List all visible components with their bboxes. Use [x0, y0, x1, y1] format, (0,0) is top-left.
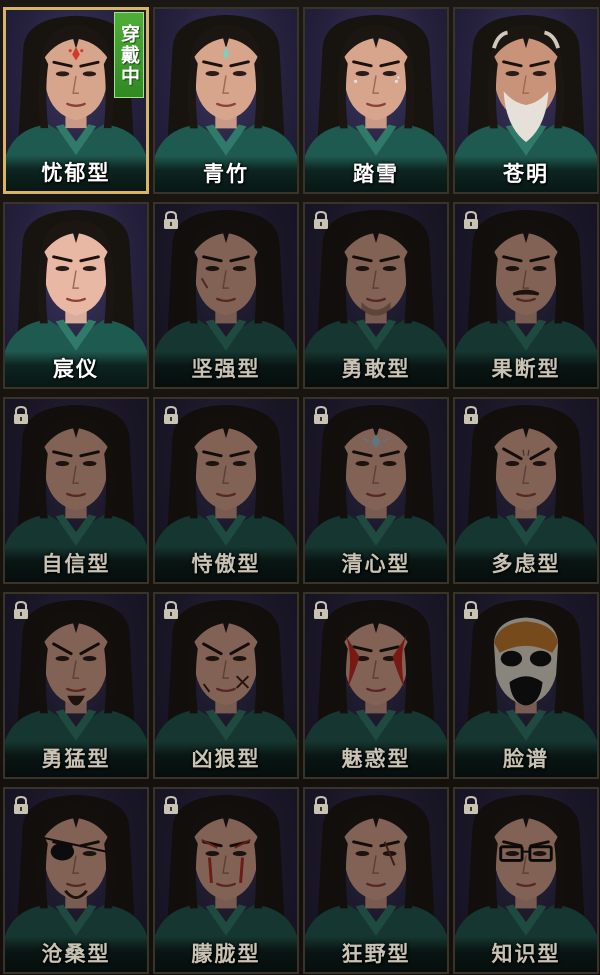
style-name-label: 凶狠型 [191, 746, 261, 771]
lock-icon [314, 405, 328, 424]
lock-icon [164, 600, 178, 619]
style-card[interactable]: 魅惑型 [303, 592, 449, 779]
lock-icon [164, 795, 178, 814]
style-name-label: 勇猛型 [41, 746, 111, 771]
style-card[interactable]: 勇敢型 [303, 202, 449, 389]
style-card[interactable]: 清心型 [303, 397, 449, 584]
style-card[interactable]: 恃傲型 [153, 397, 299, 584]
lock-icon [314, 210, 328, 229]
appearance-grid: 忧郁型 穿戴中青竹 踏雪 苍明宸仪 坚强型 勇敢型 果断型自信型 恃傲型 清心型 多虑型勇猛型 凶狠… [0, 0, 600, 975]
style-card[interactable]: 果断型 [453, 202, 599, 389]
style-name-label: 朦胧型 [191, 941, 261, 966]
style-name-label: 青竹 [203, 161, 249, 186]
style-name-label: 忧郁型 [41, 160, 111, 185]
style-name-label: 自信型 [41, 551, 111, 576]
style-name-label: 恃傲型 [191, 551, 261, 576]
style-name-label: 踏雪 [353, 161, 399, 186]
style-name-label: 坚强型 [191, 356, 261, 381]
style-card[interactable]: 勇猛型 [3, 592, 149, 779]
style-card[interactable]: 脸谱 [453, 592, 599, 779]
style-card[interactable]: 宸仪 [3, 202, 149, 389]
style-card[interactable]: 朦胧型 [153, 787, 299, 974]
style-card[interactable]: 凶狠型 [153, 592, 299, 779]
style-card[interactable]: 沧桑型 [3, 787, 149, 974]
style-card[interactable]: 坚强型 [153, 202, 299, 389]
style-name-label: 脸谱 [503, 746, 549, 771]
lock-icon [164, 210, 178, 229]
lock-icon [14, 795, 28, 814]
equipped-badge: 穿戴中 [114, 12, 144, 98]
style-name-label: 魅惑型 [341, 746, 411, 771]
lock-icon [464, 600, 478, 619]
lock-icon [14, 600, 28, 619]
style-card[interactable]: 苍明 [453, 7, 599, 194]
lock-icon [164, 405, 178, 424]
style-name-label: 果断型 [491, 356, 561, 381]
style-card[interactable]: 自信型 [3, 397, 149, 584]
style-name-label: 狂野型 [341, 941, 411, 966]
style-name-label: 清心型 [341, 551, 411, 576]
style-name-label: 知识型 [491, 941, 561, 966]
style-card[interactable]: 忧郁型 穿戴中 [3, 7, 149, 194]
lock-icon [314, 795, 328, 814]
lock-icon [14, 405, 28, 424]
lock-icon [464, 210, 478, 229]
style-name-label: 多虑型 [491, 551, 561, 576]
lock-icon [314, 600, 328, 619]
style-card[interactable]: 多虑型 [453, 397, 599, 584]
style-card[interactable]: 青竹 [153, 7, 299, 194]
style-name-label: 宸仪 [53, 356, 99, 381]
style-name-label: 勇敢型 [341, 356, 411, 381]
style-name-label: 苍明 [503, 161, 549, 186]
style-name-label: 沧桑型 [41, 941, 111, 966]
style-card[interactable]: 踏雪 [303, 7, 449, 194]
style-card[interactable]: 知识型 [453, 787, 599, 974]
style-card[interactable]: 狂野型 [303, 787, 449, 974]
lock-icon [464, 405, 478, 424]
lock-icon [464, 795, 478, 814]
